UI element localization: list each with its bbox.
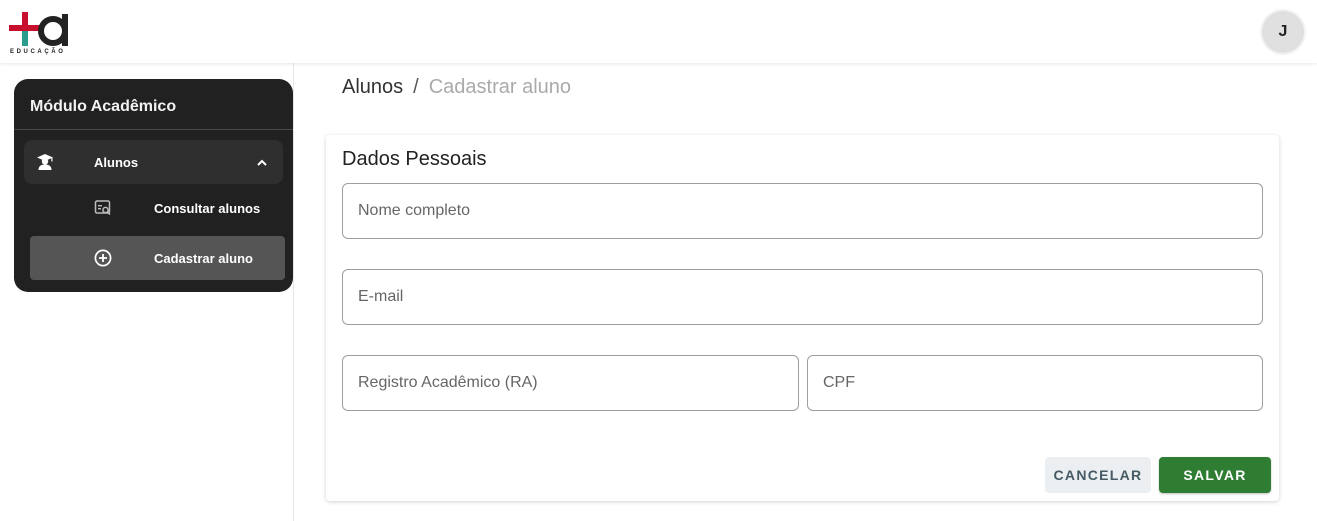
breadcrumb-separator: /	[413, 76, 419, 98]
sidebar: Módulo Acadêmico Alunos Consultar alunos…	[14, 79, 293, 292]
email-input[interactable]	[343, 270, 1262, 324]
full-name-input[interactable]	[343, 184, 1262, 238]
sidebar-separator	[14, 129, 293, 130]
save-button[interactable]: SALVAR	[1159, 457, 1271, 493]
logo-mark-icon	[9, 12, 68, 46]
sidebar-divider	[293, 63, 294, 521]
section-title: Dados Pessoais	[342, 148, 487, 170]
sidebar-item-label: Consultar alunos	[154, 201, 261, 216]
cancel-button[interactable]: CANCELAR	[1045, 457, 1151, 493]
student-icon	[36, 153, 54, 171]
cpf-input[interactable]	[808, 356, 1262, 410]
chevron-up-icon[interactable]	[256, 156, 268, 168]
top-bar: EDUCAÇÃO J	[0, 0, 1317, 63]
email-field	[342, 269, 1263, 325]
logo-tagline: EDUCAÇÃO	[10, 49, 66, 55]
sidebar-group-label: Alunos	[94, 155, 139, 170]
ra-input[interactable]	[343, 356, 798, 410]
sidebar-item-consultar-alunos[interactable]: Consultar alunos	[30, 186, 285, 230]
sidebar-item-label: Cadastrar aluno	[154, 251, 253, 266]
breadcrumb-parent-link[interactable]: Alunos	[342, 76, 403, 98]
breadcrumb-current: Cadastrar aluno	[428, 76, 572, 98]
user-avatar[interactable]: J	[1262, 11, 1304, 53]
ra-field	[342, 355, 799, 411]
add-circle-icon	[94, 249, 112, 267]
personal-data-card: Dados Pessoais CANCELAR SALVAR	[326, 135, 1279, 501]
sidebar-item-cadastrar-aluno[interactable]: Cadastrar aluno	[30, 236, 285, 280]
sidebar-title: Módulo Acadêmico	[30, 98, 177, 115]
breadcrumb: Alunos / Cadastrar aluno	[342, 76, 571, 99]
cpf-field	[807, 355, 1263, 411]
sidebar-group-alunos[interactable]: Alunos	[24, 140, 283, 184]
search-list-icon	[94, 199, 112, 217]
brand-logo[interactable]: EDUCAÇÃO	[8, 10, 74, 58]
full-name-field	[342, 183, 1263, 239]
